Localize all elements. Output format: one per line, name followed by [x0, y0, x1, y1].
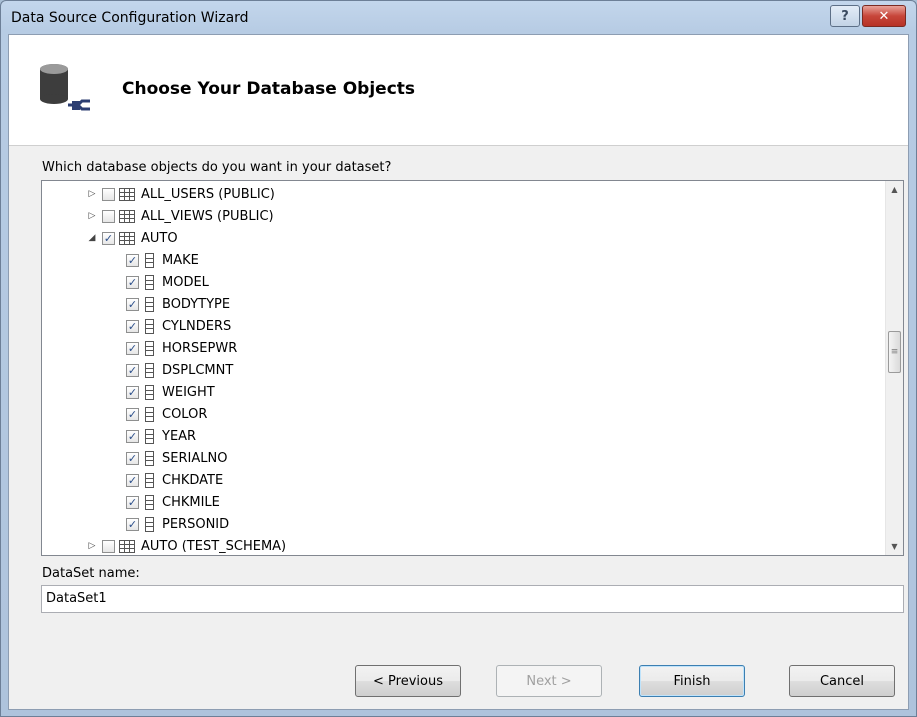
database-connect-icon: [40, 64, 90, 111]
wizard-header: Choose Your Database Objects: [9, 35, 908, 146]
help-button[interactable]: ?: [830, 5, 860, 27]
tree-node-label: AUTO (TEST_SCHEMA): [141, 538, 287, 554]
tree-node-label: WEIGHT: [162, 384, 215, 400]
tree-checkbox[interactable]: ✓: [102, 231, 115, 245]
tree-node-label: DSPLCMNT: [162, 362, 234, 378]
tree-node-label: AUTO: [141, 230, 178, 246]
column-icon: [145, 472, 154, 488]
tree-node-label: ALL_USERS (PUBLIC): [141, 186, 275, 202]
tree-column-node[interactable]: ✓ COLOR: [126, 403, 207, 425]
vertical-scrollbar[interactable]: ▲ ≡ ▼: [885, 181, 903, 555]
tree-checkbox[interactable]: ✓: [126, 275, 139, 289]
tree-node-label: CHKDATE: [162, 472, 224, 488]
tree-checkbox[interactable]: ✓: [126, 297, 139, 311]
tree-node-label: YEAR: [162, 428, 197, 444]
tree-node-label: CHKMILE: [162, 494, 220, 510]
objects-prompt-label: Which database objects do you want in yo…: [42, 160, 391, 175]
tree-checkbox[interactable]: ✓: [126, 407, 139, 421]
tree-node-label: MODEL: [162, 274, 209, 290]
wizard-client-area: Choose Your Database Objects Which datab…: [8, 34, 909, 710]
column-icon: [145, 494, 154, 510]
tree-checkbox[interactable]: ✓: [126, 495, 139, 509]
page-title: Choose Your Database Objects: [122, 79, 416, 99]
dataset-name-input[interactable]: DataSet1: [41, 585, 904, 613]
objects-prompt-text: Which database objects do you want in yo…: [42, 160, 392, 175]
scroll-thumb[interactable]: ≡: [888, 331, 901, 373]
dataset-name-label: DataSet name:: [42, 566, 140, 581]
expanded-arrow-icon[interactable]: ◢: [86, 232, 98, 244]
column-icon: [145, 340, 154, 356]
tree-checkbox[interactable]: [102, 539, 115, 553]
tree-table-node[interactable]: ◢ ✓ AUTO: [86, 227, 178, 249]
tree-column-node[interactable]: ✓ WEIGHT: [126, 381, 215, 403]
wizard-window: Data Source Configuration Wizard ? ✕ Cho…: [0, 0, 917, 717]
tree-table-node[interactable]: ▷ ALL_USERS (PUBLIC): [86, 183, 275, 205]
tree-column-node[interactable]: ✓ SERIALNO: [126, 447, 227, 469]
tree-column-node[interactable]: ✓ MAKE: [126, 249, 199, 271]
tree-node-label: BODYTYPE: [162, 296, 231, 312]
tree-checkbox[interactable]: ✓: [126, 517, 139, 531]
tree-checkbox[interactable]: ✓: [126, 253, 139, 267]
column-icon: [145, 384, 154, 400]
tree-checkbox[interactable]: [102, 187, 115, 201]
tree-node-label: COLOR: [162, 406, 208, 422]
tree-column-node[interactable]: ✓ HORSEPWR: [126, 337, 237, 359]
tree-column-node[interactable]: ✓ CYLNDERS: [126, 315, 231, 337]
tree-column-node[interactable]: ✓ CHKMILE: [126, 491, 220, 513]
table-icon: [119, 539, 135, 553]
column-icon: [145, 450, 154, 466]
tree-node-label: CYLNDERS: [162, 318, 232, 334]
table-icon: [119, 209, 135, 223]
database-objects-tree[interactable]: ▷ ALL_USERS (PUBLIC) ▷ ALL_VIEWS (PUBLIC) ◢ ✓…: [41, 180, 904, 556]
tree-checkbox[interactable]: [102, 209, 115, 223]
tree-checkbox[interactable]: ✓: [126, 451, 139, 465]
question-mark-icon: ?: [841, 8, 849, 24]
tree-checkbox[interactable]: ✓: [126, 429, 139, 443]
tree-checkbox[interactable]: ✓: [126, 363, 139, 377]
column-icon: [145, 274, 154, 290]
column-icon: [145, 406, 154, 422]
column-icon: [145, 428, 154, 444]
table-icon: [119, 187, 135, 201]
next-button[interactable]: Next >: [496, 665, 602, 697]
tree-column-node[interactable]: ✓ CHKDATE: [126, 469, 223, 491]
collapsed-arrow-icon[interactable]: ▷: [86, 540, 98, 552]
tree-table-node[interactable]: ▷ AUTO (TEST_SCHEMA): [86, 535, 287, 555]
close-button[interactable]: ✕: [862, 5, 906, 27]
tree-column-node[interactable]: ✓ MODEL: [126, 271, 209, 293]
tree-node-label: SERIALNO: [162, 450, 228, 466]
scroll-down-arrow[interactable]: ▼: [886, 538, 903, 555]
tree-column-node[interactable]: ✓ DSPLCMNT: [126, 359, 233, 381]
tree-checkbox[interactable]: ✓: [126, 473, 139, 487]
finish-button[interactable]: Finish: [639, 665, 745, 697]
tree-checkbox[interactable]: ✓: [126, 319, 139, 333]
tree-node-label: ALL_VIEWS (PUBLIC): [141, 208, 274, 224]
previous-button[interactable]: < Previous: [355, 665, 461, 697]
close-icon: ✕: [878, 8, 890, 24]
column-icon: [145, 318, 154, 334]
column-icon: [145, 296, 154, 312]
tree-node-label: PERSONID: [162, 516, 230, 532]
scroll-up-arrow[interactable]: ▲: [886, 181, 903, 198]
tree-table-node[interactable]: ▷ ALL_VIEWS (PUBLIC): [86, 205, 274, 227]
cancel-button[interactable]: Cancel: [789, 665, 895, 697]
tree-checkbox[interactable]: ✓: [126, 341, 139, 355]
tree-column-node[interactable]: ✓ PERSONID: [126, 513, 229, 535]
table-icon: [119, 231, 135, 245]
title-bar[interactable]: Data Source Configuration Wizard ? ✕: [1, 1, 916, 35]
collapsed-arrow-icon[interactable]: ▷: [86, 188, 98, 200]
tree-checkbox[interactable]: ✓: [126, 385, 139, 399]
collapsed-arrow-icon[interactable]: ▷: [86, 210, 98, 222]
column-icon: [145, 252, 154, 268]
tree-column-node[interactable]: ✓ YEAR: [126, 425, 196, 447]
tree-node-label: HORSEPWR: [162, 340, 238, 356]
tree-column-node[interactable]: ✓ BODYTYPE: [126, 293, 230, 315]
tree-node-label: MAKE: [162, 252, 199, 268]
column-icon: [145, 516, 154, 532]
window-title: Data Source Configuration Wizard: [11, 10, 249, 26]
column-icon: [145, 362, 154, 378]
